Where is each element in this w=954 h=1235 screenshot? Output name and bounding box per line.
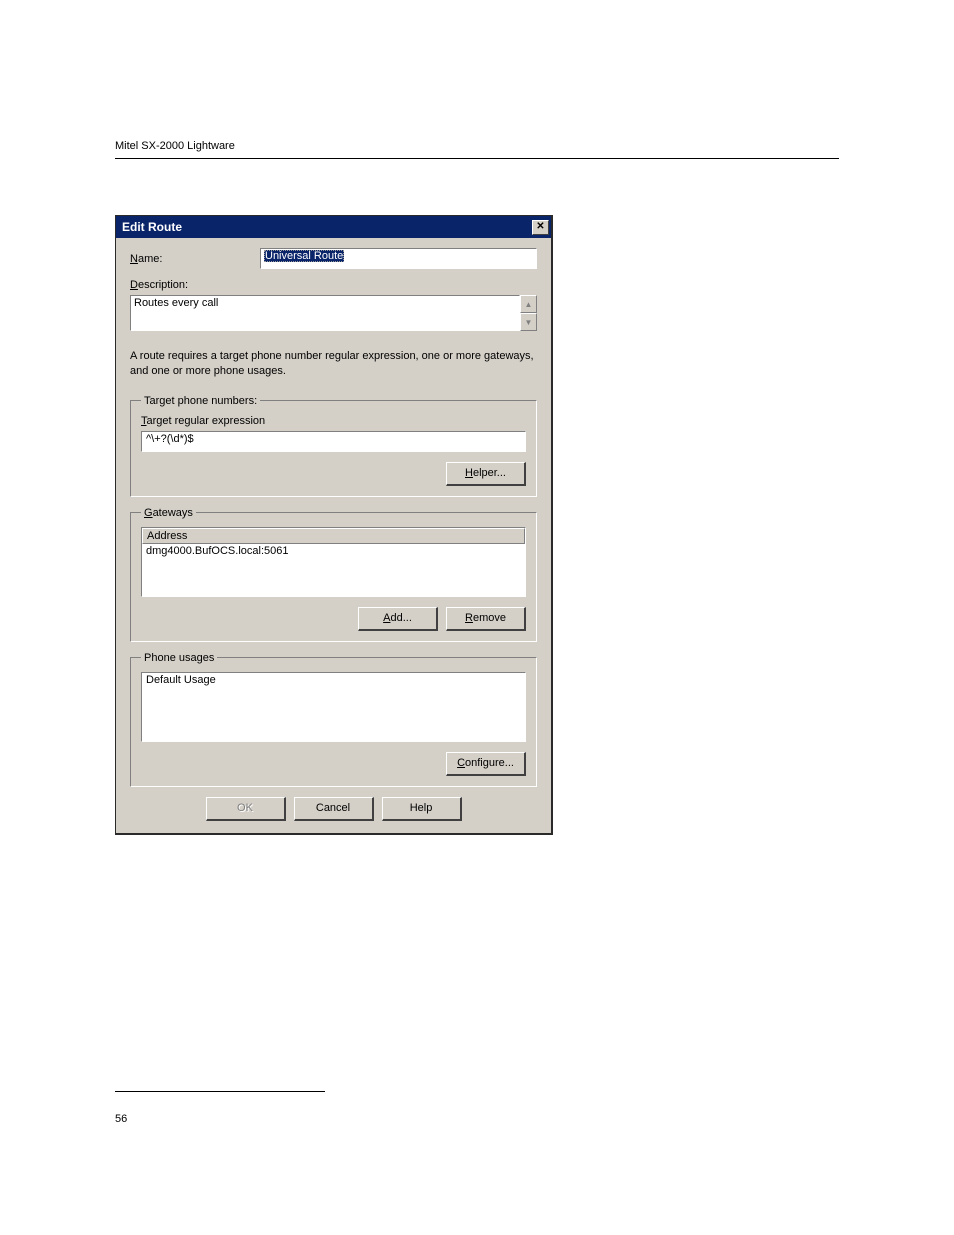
phone-usages-legend: Phone usages [141, 652, 217, 664]
list-item[interactable]: Default Usage [146, 674, 521, 686]
gateways-column-header: Address [142, 528, 525, 544]
route-info-text: A route requires a target phone number r… [130, 349, 537, 379]
description-label: Description: [130, 279, 260, 291]
scroll-up-icon[interactable]: ▲ [520, 295, 537, 313]
name-input[interactable]: Universal Route [260, 248, 537, 269]
remove-button[interactable]: Remove [446, 607, 526, 631]
description-scrollbar[interactable]: ▲ ▼ [520, 295, 537, 331]
configure-button[interactable]: Configure... [446, 752, 526, 776]
page-number: 56 [115, 1113, 127, 1125]
name-label: Name: [130, 253, 260, 265]
edit-route-dialog: Edit Route ✕ Name: Universal Route Descr… [115, 215, 553, 835]
list-item[interactable]: dmg4000.BufOCS.local:5061 [142, 544, 525, 558]
cancel-button[interactable]: Cancel [294, 797, 374, 821]
helper-button[interactable]: Helper... [446, 462, 526, 486]
gateways-group: Gateways Address dmg4000.BufOCS.local:50… [130, 507, 537, 642]
gateways-listbox[interactable]: Address dmg4000.BufOCS.local:5061 [141, 527, 526, 597]
target-phone-numbers-group: Target phone numbers: Target regular exp… [130, 395, 537, 497]
target-group-legend: Target phone numbers: [141, 395, 260, 407]
ok-button[interactable]: OK [206, 797, 286, 821]
phone-usages-listbox[interactable]: Default Usage [141, 672, 526, 742]
footer-rule [115, 1091, 325, 1092]
gateways-legend: Gateways [141, 507, 196, 519]
phone-usages-group: Phone usages Default Usage Configure... [130, 652, 537, 787]
target-regex-label: Target regular expression [141, 415, 526, 427]
titlebar: Edit Route ✕ [116, 216, 551, 238]
help-button[interactable]: Help [382, 797, 462, 821]
description-textarea[interactable]: Routes every call [130, 295, 520, 331]
add-button[interactable]: Add... [358, 607, 438, 631]
close-icon[interactable]: ✕ [532, 220, 549, 235]
header-rule [115, 158, 839, 159]
dialog-title: Edit Route [122, 220, 532, 234]
scroll-down-icon[interactable]: ▼ [520, 313, 537, 331]
document-header: Mitel SX-2000 Lightware [115, 140, 839, 152]
target-regex-input[interactable]: ^\+?(\d*)$ [141, 431, 526, 452]
